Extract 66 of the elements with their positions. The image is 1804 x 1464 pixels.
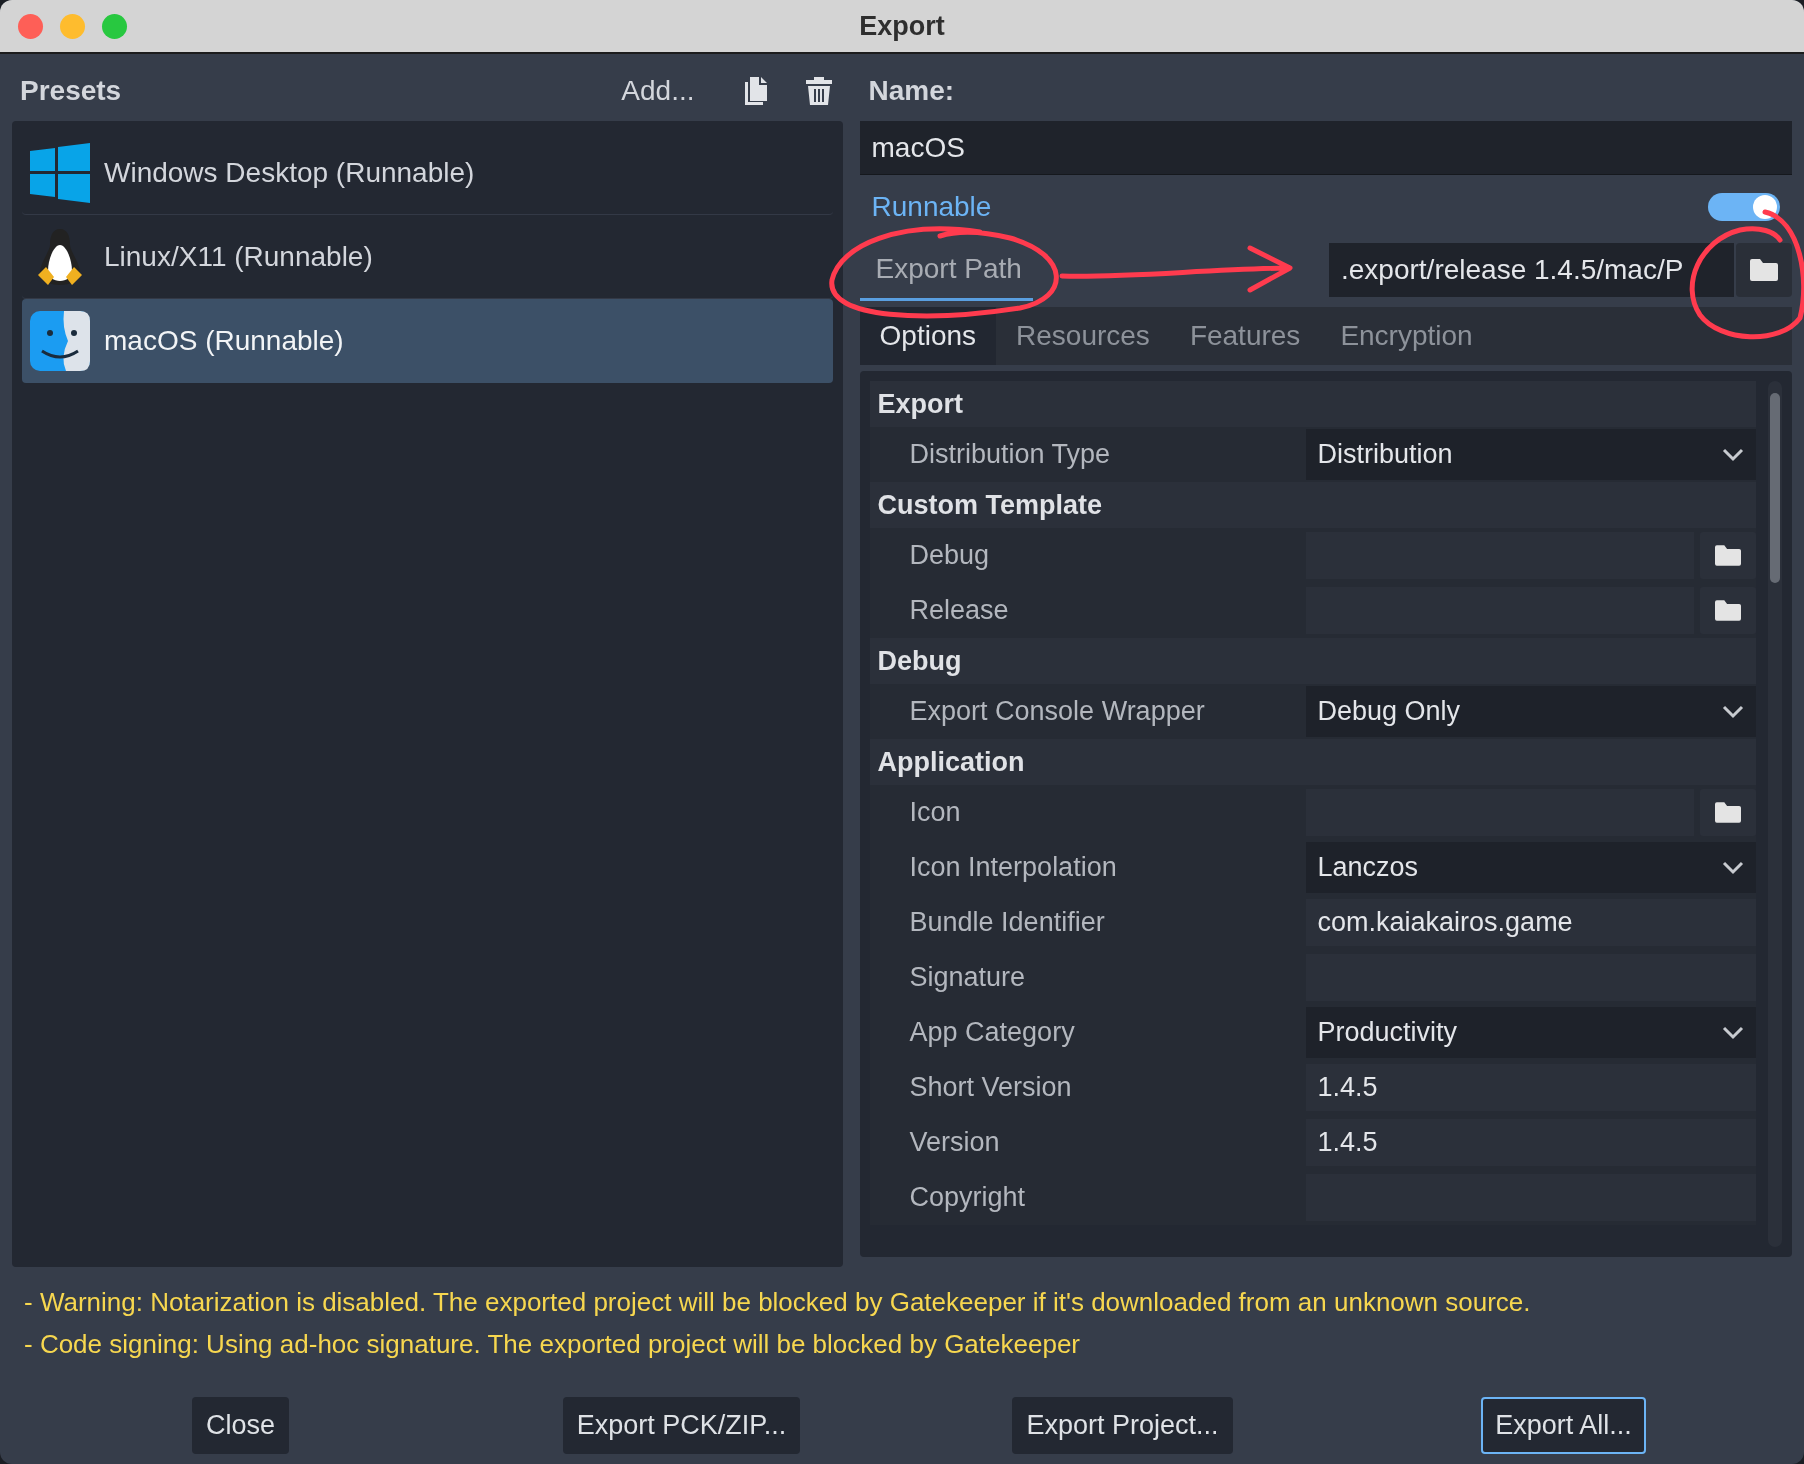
folder-icon (1715, 802, 1741, 823)
property-label: Export Console Wrapper (908, 695, 1206, 729)
property-label: Icon Interpolation (908, 851, 1118, 885)
property-label: App Category (908, 1016, 1076, 1050)
tab[interactable]: Resources (996, 307, 1170, 365)
add-preset-button[interactable]: Add... (613, 69, 703, 112)
dialog-button[interactable]: Export All... (1481, 1397, 1646, 1454)
dialog-button[interactable]: Export PCK/ZIP... (562, 1397, 801, 1454)
folder-icon (1715, 600, 1741, 621)
duplicate-icon[interactable] (742, 75, 769, 106)
presets-heading: Presets (20, 73, 123, 108)
browse-folder-button[interactable] (1700, 587, 1756, 634)
warning-message: - Code signing: Using ad-hoc signature. The exported project will be blocked by Gatekeeper (24, 1329, 1081, 1359)
chevron-down-icon (1722, 1025, 1744, 1040)
tab[interactable]: Encryption (1320, 307, 1493, 365)
property-label: Distribution Type (908, 438, 1112, 472)
section-heading: Application (877, 745, 1025, 779)
runnable-label: Runnable (871, 190, 993, 224)
scrollbar[interactable] (1768, 381, 1782, 1247)
export-path-label: Export Path (859, 239, 1033, 301)
text-field[interactable]: 1.4.5 (1305, 1064, 1756, 1111)
property-label: Short Version (908, 1071, 1073, 1105)
section-heading: Custom Template (877, 488, 1103, 522)
dialog-button[interactable]: Export Project... (1012, 1397, 1233, 1454)
dropdown[interactable]: Distribution (1305, 429, 1756, 480)
preset-name: Linux/X11 (Runnable) (104, 239, 373, 274)
dialog-button[interactable]: Close (192, 1397, 289, 1454)
close-window-button[interactable] (18, 13, 43, 39)
preset-item[interactable]: Windows Desktop (Runnable) (22, 131, 833, 215)
folder-icon (1715, 545, 1741, 566)
browse-folder-button[interactable] (1700, 532, 1756, 579)
dropdown[interactable]: Productivity (1305, 1007, 1756, 1058)
property-label: Release (908, 594, 1010, 628)
name-label: Name: (868, 73, 955, 108)
window-title: Export (859, 9, 945, 43)
chevron-down-icon (1722, 704, 1744, 719)
preset-name: Windows Desktop (Runnable) (104, 155, 475, 190)
trash-icon[interactable] (804, 75, 833, 106)
text-field[interactable]: com.kaiakairos.game (1305, 899, 1756, 946)
property-label: Copyright (908, 1181, 1027, 1215)
warning-message: - Warning: Notarization is disabled. The exported project will be blocked by Gatekeeper if it's downloaded from an unknown source. (24, 1287, 1532, 1317)
zoom-window-button[interactable] (102, 13, 127, 39)
preset-name: macOS (Runnable) (104, 324, 344, 358)
tab[interactable]: Features (1169, 307, 1321, 365)
tab[interactable]: Options (859, 307, 997, 365)
chevron-down-icon (1722, 860, 1744, 875)
browse-folder-button[interactable] (1700, 789, 1756, 836)
dropdown[interactable]: Debug Only (1305, 686, 1756, 737)
windows-logo-icon (30, 142, 90, 203)
property-label: Bundle Identifier (908, 906, 1106, 940)
runnable-toggle[interactable] (1708, 193, 1780, 221)
property-label: Version (908, 1126, 1001, 1160)
section-heading: Debug (877, 644, 962, 678)
property-label: Debug (908, 539, 991, 573)
property-label: Signature (908, 961, 1027, 995)
dropdown[interactable]: Lanczos (1305, 842, 1756, 893)
finder-face-icon (30, 311, 90, 371)
browse-folder-button[interactable] (1736, 243, 1792, 297)
folder-icon (1750, 259, 1778, 281)
preset-item[interactable]: macOS (Runnable) (22, 299, 833, 383)
name-field[interactable]: macOS (859, 121, 1792, 175)
section-heading: Export (877, 387, 964, 421)
chevron-down-icon (1722, 447, 1744, 462)
text-field[interactable]: 1.4.5 (1305, 1119, 1756, 1166)
export-path-field[interactable]: .export/release 1.4.5/mac/P (1329, 243, 1734, 297)
property-label: Icon (908, 796, 962, 830)
